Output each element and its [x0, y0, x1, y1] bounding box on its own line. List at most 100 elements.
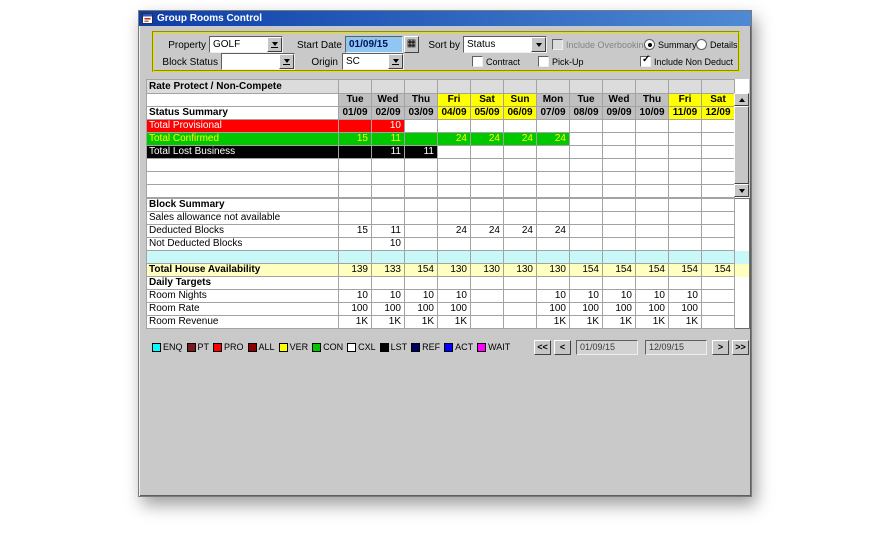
scroll-up-button[interactable]	[734, 93, 749, 106]
value-cell	[569, 276, 603, 290]
legend-swatch-ref	[411, 342, 421, 352]
value-cell: 10	[635, 289, 669, 303]
value-cell	[569, 237, 603, 251]
contract-checkbox[interactable]: Contract	[472, 55, 520, 68]
value-cell	[470, 198, 504, 212]
value-cell	[602, 119, 636, 133]
day-header: Sun	[503, 93, 537, 107]
row-label: Total Provisional	[146, 119, 339, 133]
date-header: 11/09	[668, 106, 702, 120]
value-cell	[602, 224, 636, 238]
block-status-combo[interactable]	[221, 53, 295, 70]
sort-by-combo[interactable]: Status	[463, 36, 547, 53]
property-combo[interactable]: GOLF	[209, 36, 283, 53]
value-cell	[668, 132, 702, 146]
origin-label: Origin	[311, 57, 338, 68]
block-status-dropdown-button[interactable]	[279, 54, 294, 69]
dropdown-bar-icon	[392, 63, 399, 65]
value-cell: 100	[569, 302, 603, 316]
value-cell	[569, 119, 603, 133]
value-cell	[536, 276, 570, 290]
details-radio[interactable]: Details	[696, 38, 738, 51]
title-bar[interactable]: Group Rooms Control	[139, 11, 751, 26]
value-cell	[503, 237, 537, 251]
contract-label: Contract	[486, 56, 521, 67]
value-cell	[470, 276, 504, 290]
calendar-icon: ▦	[406, 38, 417, 49]
property-label: Property	[168, 40, 206, 51]
value-cell: 11	[404, 145, 438, 159]
include-overbooking-checkbox[interactable]: Include Overbooking	[552, 38, 649, 51]
group-rooms-control-window: Group Rooms Control Property GOLF Start …	[138, 10, 752, 497]
grid-filler	[734, 198, 750, 212]
grid-cell	[635, 79, 669, 94]
sort-by-dropdown-button[interactable]	[531, 37, 546, 52]
summary-radio[interactable]: Summary	[644, 38, 697, 51]
legend-swatch-wait	[477, 342, 487, 352]
scrollbar-thumb[interactable]	[734, 106, 749, 184]
value-cell	[470, 211, 504, 225]
grid-filler	[734, 237, 750, 251]
row-label: Block Summary	[146, 198, 339, 212]
value-cell: 1K	[602, 315, 636, 329]
value-cell: 10	[569, 289, 603, 303]
grid-cell	[503, 79, 537, 94]
value-cell: 100	[338, 302, 372, 316]
value-cell	[470, 315, 504, 329]
value-cell	[503, 119, 537, 133]
day-header: Fri	[437, 93, 471, 107]
value-cell	[437, 119, 471, 133]
value-cell	[470, 237, 504, 251]
value-cell	[338, 276, 372, 290]
next-page-button[interactable]: >	[712, 339, 729, 355]
row-label: Sales allowance not available	[146, 211, 339, 225]
value-cell	[437, 237, 471, 251]
legend-item-con: CON	[312, 342, 343, 352]
value-cell	[437, 250, 471, 264]
value-cell	[404, 250, 438, 264]
calendar-button[interactable]: ▦	[404, 36, 419, 53]
value-cell: 24	[437, 224, 471, 238]
start-date-input[interactable]: 01/09/15	[345, 36, 403, 53]
origin-dropdown-button[interactable]	[388, 54, 403, 69]
value-cell	[371, 250, 405, 264]
value-cell	[338, 184, 372, 198]
value-cell	[503, 198, 537, 212]
sort-by-label: Sort by	[428, 40, 460, 51]
value-cell: 24	[437, 132, 471, 146]
range-end-field[interactable]: 12/09/15	[645, 339, 707, 355]
start-date-label: Start Date	[296, 40, 342, 51]
prev-page-button[interactable]: <	[554, 339, 571, 355]
value-cell	[569, 158, 603, 172]
date-header: 12/09	[701, 106, 735, 120]
range-start-field[interactable]: 01/09/15	[576, 339, 638, 355]
pick-up-checkbox[interactable]: Pick-Up	[538, 55, 584, 68]
grid-filler	[734, 263, 750, 277]
date-header: 03/09	[404, 106, 438, 120]
value-cell	[371, 184, 405, 198]
value-cell: 10	[371, 119, 405, 133]
property-dropdown-button[interactable]	[267, 37, 282, 52]
value-cell	[536, 237, 570, 251]
origin-combo[interactable]: SC	[342, 53, 404, 70]
include-non-deduct-checkbox[interactable]: Include Non Deduct	[640, 54, 733, 68]
vertical-scrollbar[interactable]	[734, 93, 749, 197]
first-page-button[interactable]: <<	[534, 339, 551, 355]
dropdown-arrow-icon	[392, 58, 399, 63]
legend-item-ver: VER	[278, 342, 308, 352]
value-cell	[668, 276, 702, 290]
grid-cell	[146, 250, 339, 264]
last-page-button[interactable]: >>	[732, 339, 749, 355]
grid-cell	[146, 158, 339, 172]
grid-filler	[734, 315, 750, 329]
value-cell: 100	[437, 302, 471, 316]
include-overbooking-box	[552, 39, 563, 50]
value-cell: 1K	[635, 315, 669, 329]
value-cell	[404, 198, 438, 212]
value-cell	[503, 250, 537, 264]
legend-label: ALL	[258, 342, 275, 352]
row-label: Total Lost Business	[146, 145, 339, 159]
pick-up-label: Pick-Up	[552, 56, 584, 67]
scroll-down-button[interactable]	[734, 184, 749, 197]
value-cell: 1K	[338, 315, 372, 329]
